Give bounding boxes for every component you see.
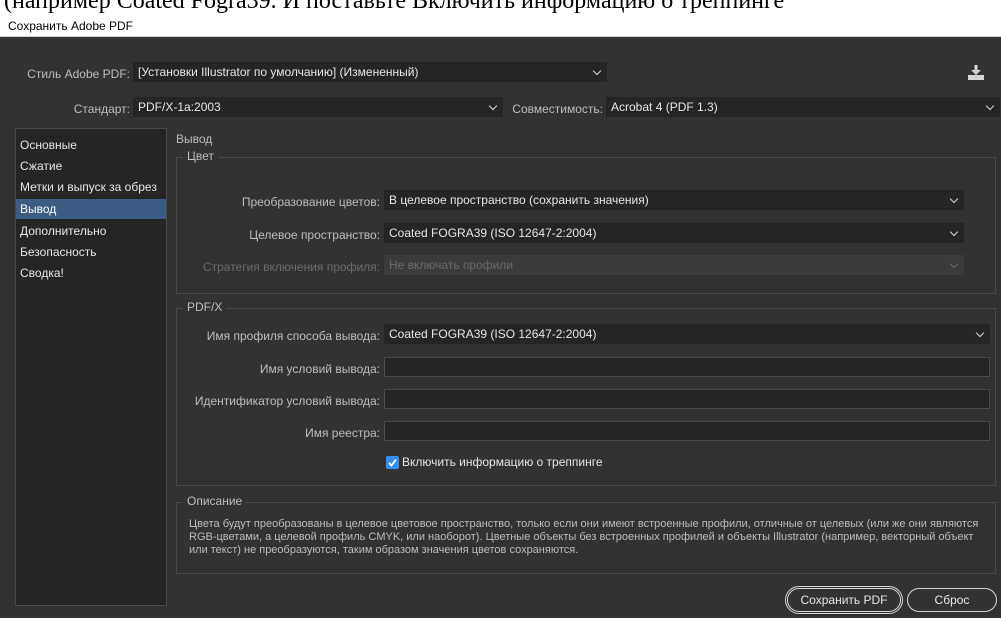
profile-policy-dropdown[interactable]: Не включать профили [384,255,964,275]
chevron-down-icon [975,328,985,338]
color-conversion-value: В целевое пространство (сохранить значен… [389,193,649,207]
destination-dropdown[interactable]: Coated FOGRA39 (ISO 12647-2:2004) [384,223,964,243]
description-text: Цвета будут преобразованы в целевое цвет… [189,518,979,556]
output-intent-dropdown[interactable]: Coated FOGRA39 (ISO 12647-2:2004) [384,324,990,344]
output-condition-name-field[interactable] [384,357,990,377]
save-pdf-dialog: Сохранить Adobe PDF Стиль Adobe PDF: [Ус… [0,16,1001,618]
trapping-label[interactable]: Включить информацию о треппинге [402,455,603,469]
destination-label: Целевое пространство: [249,228,380,242]
chevron-down-icon [488,101,498,111]
standard-dropdown[interactable]: PDF/X-1a:2003 [133,97,503,117]
pdfx-group-title: PDF/X [183,300,227,314]
download-icon[interactable] [966,65,986,81]
registry-name-field[interactable] [384,421,990,441]
destination-value: Coated FOGRA39 (ISO 12647-2:2004) [389,226,597,240]
profile-policy-value: Не включать профили [389,258,514,272]
trapping-checkbox[interactable] [386,456,399,469]
sidebar-item-general[interactable]: Основные [16,135,166,155]
color-conversion-dropdown[interactable]: В целевое пространство (сохранить значен… [384,190,964,210]
standard-value: PDF/X-1a:2003 [138,100,221,114]
preset-value: [Установки Illustrator по умолчанию] (Из… [138,65,419,79]
chevron-down-icon [949,194,959,204]
preset-label: Стиль Adobe PDF: [27,67,130,81]
section-title: Вывод [176,132,213,146]
output-condition-id-label: Идентификатор условий вывода: [194,394,380,408]
standard-label: Стандарт: [73,102,130,116]
background-document-text: (например Coated Fogra39. И поставьте Вк… [4,0,785,14]
sidebar-item-advanced[interactable]: Дополнительно [16,221,166,241]
checkmark-icon [388,458,397,467]
sidebar-item-output[interactable]: Вывод [16,199,166,219]
window-title: Сохранить Adobe PDF [8,19,133,33]
color-conversion-label: Преобразование цветов: [241,195,380,209]
output-intent-value: Coated FOGRA39 (ISO 12647-2:2004) [389,327,597,341]
chevron-down-icon [949,259,959,269]
save-pdf-button[interactable]: Сохранить PDF [785,586,903,614]
compatibility-label: Совместимость: [512,102,603,116]
title-bar[interactable]: Сохранить Adobe PDF [0,16,1001,37]
compatibility-dropdown[interactable]: Acrobat 4 (PDF 1.3) [606,97,1000,117]
chevron-down-icon [949,227,959,237]
chevron-down-icon [985,101,995,111]
profile-policy-label: Стратегия включения профиля: [202,260,380,274]
sidebar-item-summary[interactable]: Сводка! [16,263,166,283]
reset-button[interactable]: Сброс [907,588,997,612]
sidebar-item-marks-bleeds[interactable]: Метки и выпуск за обрез [16,177,166,197]
category-list: Основные Сжатие Метки и выпуск за обрез … [15,128,167,606]
output-intent-label: Имя профиля способа вывода: [206,329,380,343]
output-condition-name-label: Имя условий вывода: [259,362,380,376]
output-condition-id-field[interactable] [384,389,990,409]
preset-dropdown[interactable]: [Установки Illustrator по умолчанию] (Из… [133,62,607,82]
description-title: Описание [183,494,247,508]
sidebar-item-security[interactable]: Безопасность [16,242,166,262]
chevron-down-icon [592,66,602,76]
color-group-title: Цвет [183,149,218,163]
registry-name-label: Имя реестра: [305,426,380,440]
compatibility-value: Acrobat 4 (PDF 1.3) [611,100,718,114]
sidebar-item-compression[interactable]: Сжатие [16,156,166,176]
